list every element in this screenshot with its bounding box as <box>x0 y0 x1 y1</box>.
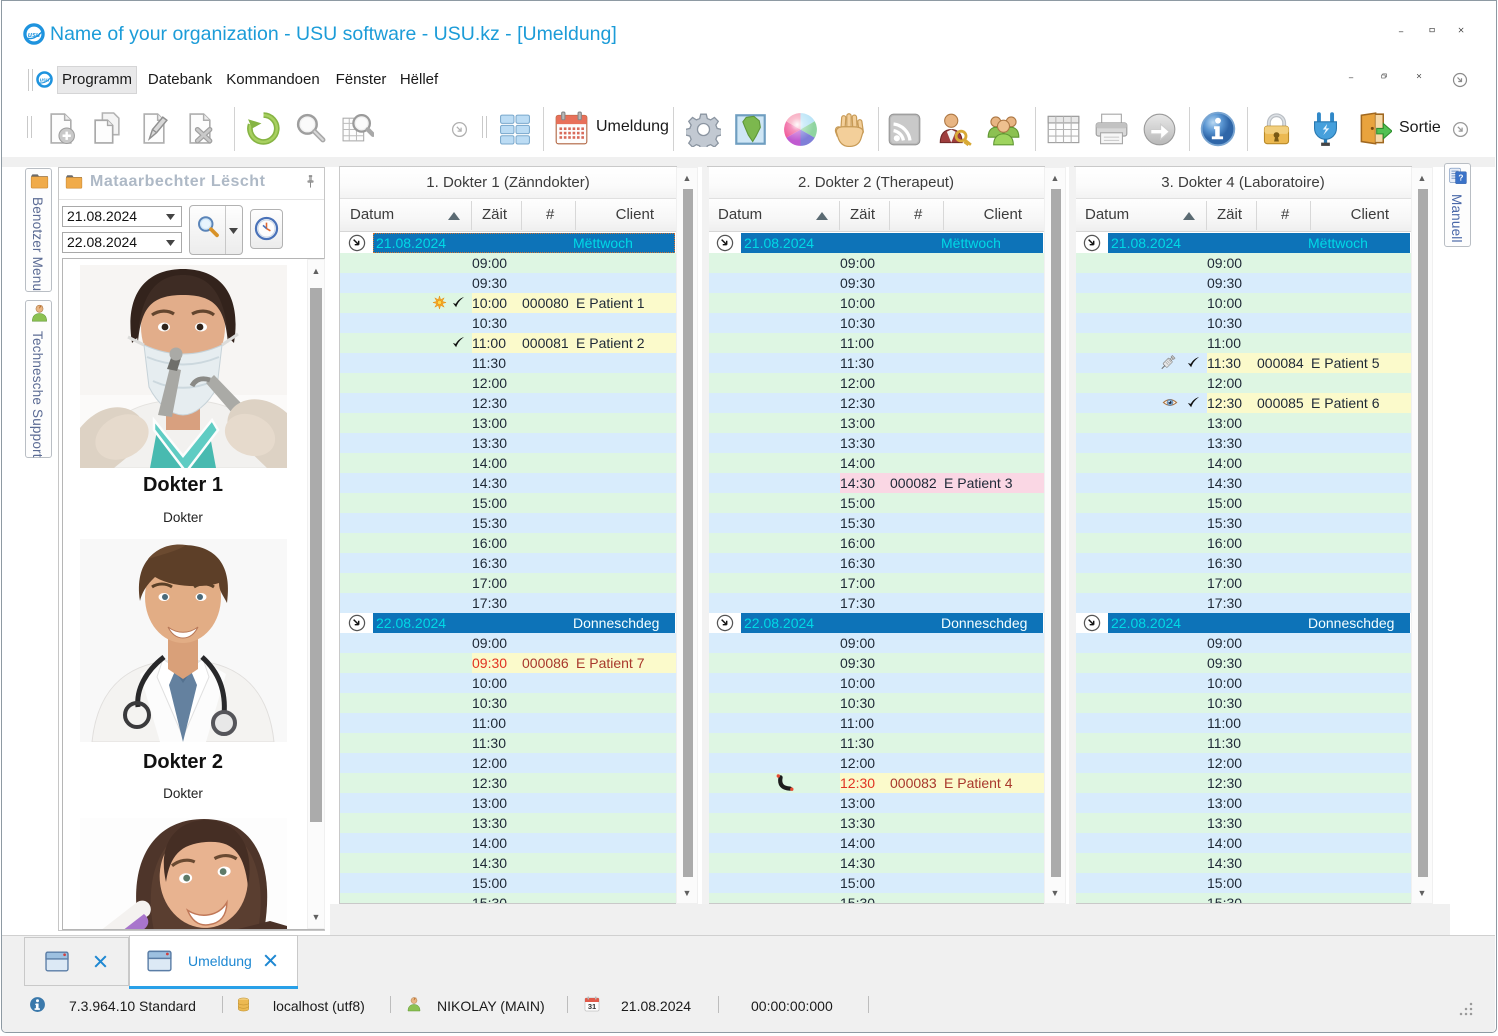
svg-text:31: 31 <box>588 1002 596 1011</box>
svg-text:?: ? <box>1458 173 1463 183</box>
